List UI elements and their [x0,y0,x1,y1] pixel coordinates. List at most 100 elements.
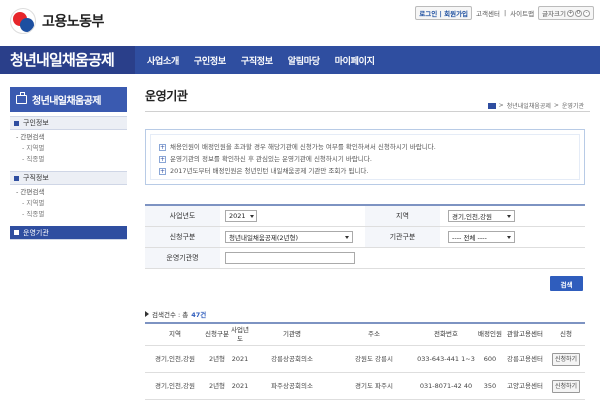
table-row: 경기,인천,강원 2년형 2021 강릉상공회의소 강원도 강릉시 033-64… [145,346,585,373]
zoom-in-button[interactable]: + [567,9,574,17]
chevron-down-icon [345,235,349,239]
plus-icon: + [159,155,166,163]
table-header: 지역 신청구분 사업년도 기관명 주소 전화번호 배정인원 관할고용센터 신청 [145,324,585,346]
cell-apply: 신청하기 [547,346,585,372]
col-apply: 신청 [560,330,572,338]
cell-apply: 신청하기 [547,373,585,399]
breadcrumb: > 청년내일채움공제 > 운영기관 [487,101,584,110]
login-button[interactable]: 로그인 | 회원가입 [415,6,473,20]
cell-region: 경기,인천,강원 [154,354,195,363]
sidebar-sub-region[interactable]: 지역별 [22,143,127,154]
cell-center: 고양고용센터 [507,381,543,390]
notice-text: 운영기관의 정보를 확인하신 후 관심있는 운영기관에 신청하시기 바랍니다. [170,155,372,163]
type-select[interactable]: 청년내일채움공제(2년형) [225,231,353,243]
apply-button[interactable]: 신청하기 [551,379,581,393]
region-label: 지역 [365,206,440,226]
brand-title[interactable]: 청년내일채움공제 [0,46,135,74]
sidebar-item-seeker-info[interactable]: 구직정보 [10,172,127,185]
sidebar-sub-label: 간편검색 [20,133,45,141]
cell-address: 경기도 파주시 [355,381,393,390]
ministry-logo[interactable]: 고용노동부 [10,8,104,34]
form-row: 사업년도 2021 지역 경기,인천,강원 [145,206,585,227]
cell-year: 2021 [231,354,249,363]
login-label: 로그인 [419,10,438,18]
sidebar-section-job-info: 구인정보 - 간편검색 지역별 직종별 [10,116,127,165]
plus-icon: + [159,167,166,175]
sidebar-item-operators[interactable]: 운영기관 [10,226,127,240]
form-row: 운영기관명 [145,248,585,269]
result-count-value: 47건 [191,311,207,319]
cell-quota: 600 [483,354,497,363]
sidebar-sub-simple-search[interactable]: - 간편검색 [16,187,127,198]
sidebar-section-seeker-info: 구직정보 - 간편검색 지역별 직종별 [10,171,127,220]
breadcrumb-current: 운영기관 [561,103,584,110]
sidebar-item-job-info[interactable]: 구인정보 [10,117,127,130]
result-count-label: 검색건수 : 총 [152,311,189,319]
year-label: 사업년도 [145,206,220,226]
sidebar-sub-label: 간편검색 [20,188,45,196]
sidebar: 청년내일채움공제 구인정보 - 간편검색 지역별 직종별 구직정보 - 간편검색… [10,87,127,240]
chevron-down-icon [249,214,254,218]
search-button[interactable]: 검색 [550,276,583,291]
nav-item-jobs[interactable]: 구인정보 [194,54,226,67]
square-bullet-icon [14,230,19,235]
year-select[interactable]: 2021 [225,210,257,222]
org-type-label: 기관구분 [365,227,440,247]
nav-item-mypage[interactable]: 마이페이지 [335,54,375,67]
home-icon[interactable] [487,102,496,109]
cell-address: 강원도 강릉시 [355,354,393,363]
col-type: 신청구분 [205,330,229,338]
col-region: 지역 [169,330,181,338]
notice-inner: + 채용인원이 배정인원을 초과할 경우 해당기관에 신청가능 여부를 확인하셔서… [150,134,580,180]
org-type-value: ---- 전체 ---- [452,234,487,242]
org-name-input[interactable] [225,252,355,264]
apply-button[interactable]: 신청하기 [551,352,581,366]
org-name-label: 운영기관명 [145,248,220,268]
sidebar-sub-simple-search[interactable]: - 간편검색 [16,132,127,143]
region-value: 경기,인천,강원 [452,213,493,221]
zoom-reset-button[interactable]: 0 [575,9,582,17]
col-center: 관할고용센터 [507,330,543,338]
sidebar-sub-list: - 간편검색 지역별 직종별 [10,185,127,220]
nav-menu: 사업소개 구인정보 구직정보 알림마당 마이페이지 [147,46,375,74]
cell-phone: 033-643-441 1~3 [417,354,475,363]
sidebar-sub-list: - 간편검색 지역별 직종별 [10,130,127,165]
col-address: 주소 [368,330,380,338]
breadcrumb-item[interactable]: 청년내일채움공제 [507,101,551,110]
taegeuk-logo-icon [10,8,36,34]
main-content: 운영기관 > 청년내일채움공제 > 운영기관 + 채용인원이 배정인원을 초과할 … [145,87,590,269]
col-year: 사업년도 [231,325,249,343]
title-divider [145,111,590,112]
chevron-down-icon [507,214,511,218]
notice-item: +2017년도부터 배정인원은 청년인턴 내일채움공제 기관만 조회가 됩니다. [159,165,575,177]
nav-item-intro[interactable]: 사업소개 [147,54,179,67]
briefcase-icon [16,92,27,104]
nav-item-seekers[interactable]: 구직정보 [241,54,273,67]
notice-box: + 채용인원이 배정인원을 초과할 경우 해당기관에 신청가능 여부를 확인하셔서… [145,129,585,185]
notice-text: 2017년도부터 배정인원은 청년인턴 내일채움공제 기관만 조회가 됩니다. [170,167,369,175]
sitemap-link[interactable]: 사이트맵 [510,8,534,18]
logo-text: 고용노동부 [42,14,104,30]
results-table: 지역 신청구분 사업년도 기관명 주소 전화번호 배정인원 관할고용센터 신청 … [145,322,585,400]
form-row: 신청구분 청년내일채움공제(2년형) 기관구분 ---- 전체 ---- [145,227,585,248]
sidebar-sub-occupation[interactable]: 직종별 [22,209,127,220]
service-center-link[interactable]: 고객센터 [476,8,500,18]
chevron-down-icon [507,235,511,239]
sidebar-sub-region[interactable]: 지역별 [22,198,127,209]
cell-phone: 031-8071-42 40 [419,381,473,390]
top-bar: 고용노동부 로그인 | 회원가입 고객센터 | 사이트맵 글자크기 + 0 - [0,0,600,44]
square-bullet-icon [14,120,19,126]
sidebar-sub-occupation[interactable]: 직종별 [22,154,127,165]
col-quota: 배정인원 [478,330,502,338]
app: 고용노동부 로그인 | 회원가입 고객센터 | 사이트맵 글자크기 + 0 - … [0,0,600,408]
sidebar-item-label: 운영기관 [23,228,49,237]
plus-icon: + [159,143,166,151]
square-bullet-icon [14,175,19,181]
zoom-out-button[interactable]: - [583,9,590,17]
cell-quota: 350 [483,381,497,390]
org-type-select[interactable]: ---- 전체 ---- [448,231,515,243]
notice-item: + 운영기관의 정보를 확인하신 후 관심있는 운영기관에 신청하시기 바랍니다. [159,153,575,165]
region-select[interactable]: 경기,인천,강원 [448,210,515,222]
nav-item-notices[interactable]: 알림마당 [288,54,320,67]
cell-center: 강릉고용센터 [507,354,543,363]
